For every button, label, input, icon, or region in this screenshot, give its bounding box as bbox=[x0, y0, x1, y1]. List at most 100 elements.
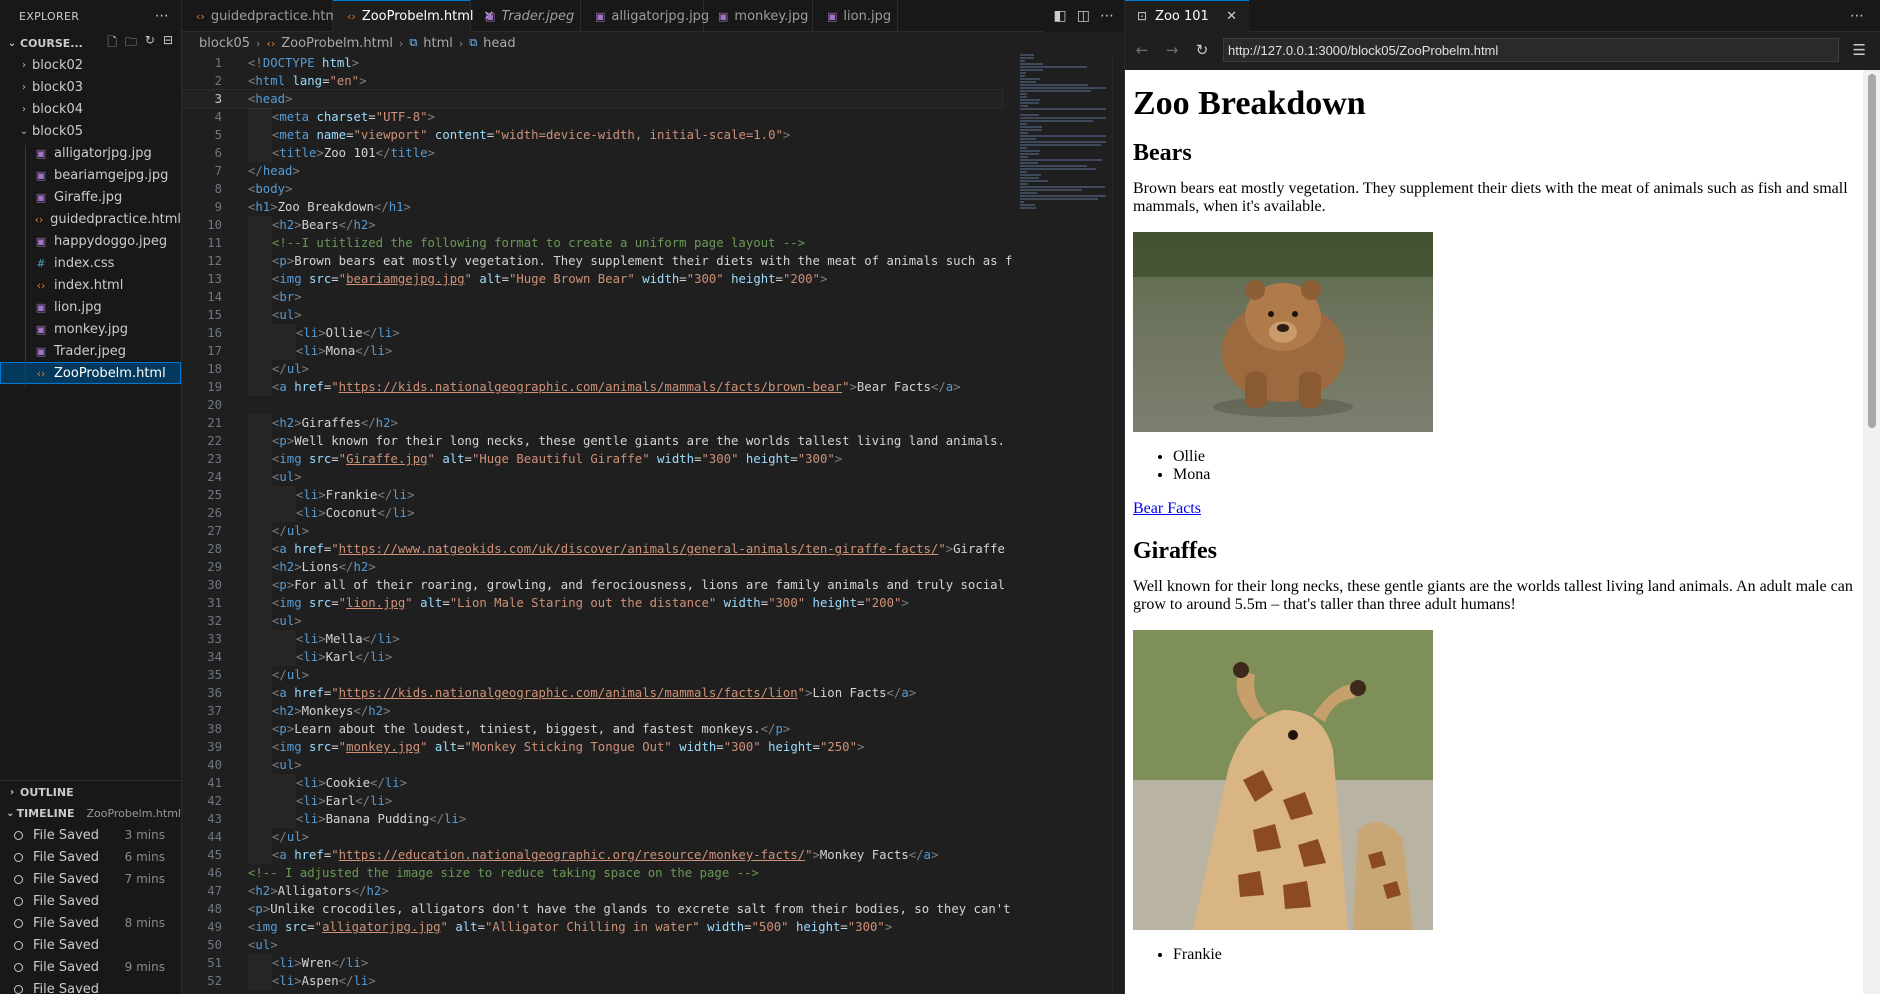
workspace-section-header[interactable]: ⌄ COURSE... 🗋 🗀 ↻ ⊟ bbox=[0, 32, 181, 54]
code-line: 31 <img src="lion.jpg" alt="Lion Male Sta… bbox=[182, 594, 1002, 612]
folder-label: block05 bbox=[32, 123, 84, 139]
new-file-icon[interactable]: 🗋 bbox=[107, 33, 117, 54]
editor-tab[interactable]: ▣ alligatorjpg.jpg bbox=[581, 0, 709, 32]
new-folder-icon[interactable]: 🗀 bbox=[125, 33, 137, 54]
folder-item-open[interactable]: ⌄ block05 bbox=[0, 120, 181, 142]
forward-icon[interactable]: → bbox=[1163, 41, 1181, 59]
timeline-entry[interactable]: File Saved bbox=[0, 934, 181, 956]
code-punctuation: > bbox=[392, 326, 400, 340]
circle-icon bbox=[14, 984, 23, 994]
circle-icon bbox=[14, 896, 23, 906]
page-scrollbar[interactable] bbox=[1863, 70, 1880, 994]
line-number: 1 bbox=[214, 56, 222, 70]
editor-tab[interactable]: ‹› guidedpractice.html bbox=[182, 0, 342, 32]
timeline-entry[interactable]: File Saved 7 mins bbox=[0, 868, 181, 890]
code-punctuation: > bbox=[360, 956, 369, 970]
code-string: "Huge Brown Bear" bbox=[508, 272, 635, 286]
line-number: 7 bbox=[214, 164, 222, 178]
code-tag-name: a bbox=[923, 848, 931, 862]
file-item[interactable]: # index.css bbox=[0, 252, 181, 274]
menu-icon[interactable]: ☰ bbox=[1853, 41, 1880, 59]
file-item[interactable]: ‹› index.html bbox=[0, 274, 181, 296]
code-text: = bbox=[775, 272, 783, 286]
folder-item[interactable]: › block02 bbox=[0, 54, 181, 76]
bear-facts-link[interactable]: Bear Facts bbox=[1133, 500, 1201, 517]
code-string: "Huge Beautiful Giraffe" bbox=[471, 452, 650, 466]
close-icon[interactable]: ✕ bbox=[1226, 9, 1237, 24]
file-item[interactable]: ▣ happydoggo.jpeg bbox=[0, 230, 181, 252]
file-item[interactable]: ‹› guidedpractice.html bbox=[0, 208, 181, 230]
timeline-entry[interactable]: File Saved 6 mins bbox=[0, 846, 181, 868]
code-tag-name: li bbox=[370, 794, 385, 808]
open-preview-icon[interactable]: ◧ bbox=[1054, 8, 1067, 24]
code-punctuation: > bbox=[427, 110, 435, 124]
code-string: " bbox=[797, 686, 806, 700]
minimap-line bbox=[1020, 174, 1041, 176]
breadcrumb-item[interactable]: ZooProbelm.html bbox=[281, 36, 393, 51]
editor-tab[interactable]: ▣ lion.jpg bbox=[813, 0, 898, 32]
indent-guide bbox=[248, 702, 272, 720]
folder-item[interactable]: › block04 bbox=[0, 98, 181, 120]
timeline-entry[interactable]: File Saved 3 mins bbox=[0, 824, 181, 846]
code-tag-name: li bbox=[353, 974, 369, 988]
timeline-section[interactable]: ⌄ TIMELINE ZooProbelm.html bbox=[0, 802, 181, 824]
more-actions-icon[interactable]: ⋯ bbox=[1850, 8, 1864, 24]
code-line: 19 <a href="https://kids.nationalgeograph… bbox=[182, 378, 1002, 396]
code-text: Cookie bbox=[325, 776, 371, 790]
line-number: 37 bbox=[207, 704, 222, 718]
url-input[interactable]: http://127.0.0.1:3000/block05/ZooProbelm… bbox=[1223, 38, 1839, 62]
line-number: 25 bbox=[207, 488, 222, 502]
split-editor-icon[interactable]: ◫ bbox=[1077, 8, 1090, 24]
editor-tab[interactable]: ▣ monkey.jpg bbox=[704, 0, 813, 32]
editor-tab[interactable]: ‹› ZooProbelm.html ✕ bbox=[333, 0, 494, 32]
minimap[interactable] bbox=[1020, 54, 1110, 209]
folder-item[interactable]: › block03 bbox=[0, 76, 181, 98]
editor-scrollbar[interactable] bbox=[1112, 54, 1124, 994]
code-line: 13 <img src="beariamgejpg.jpg" alt="Huge … bbox=[182, 270, 1002, 288]
code-tag-name: li bbox=[303, 488, 319, 502]
breadcrumb-item[interactable]: html bbox=[423, 36, 453, 51]
code-text: = bbox=[501, 272, 509, 286]
giraffes-paragraph: Well known for their long necks, these g… bbox=[1133, 578, 1853, 613]
refresh-icon[interactable]: ↻ bbox=[145, 33, 155, 54]
minimap-line bbox=[1020, 135, 1106, 137]
timeline-entry[interactable]: File Saved 9 mins bbox=[0, 956, 181, 978]
more-actions-icon[interactable]: ⋯ bbox=[155, 8, 169, 24]
back-icon[interactable]: ← bbox=[1133, 41, 1151, 59]
scrollbar-thumb[interactable] bbox=[1868, 74, 1876, 428]
code-line: 42 <li>Earl</li> bbox=[182, 792, 1002, 810]
code-punctuation: > bbox=[458, 812, 467, 826]
line-number: 4 bbox=[214, 110, 222, 124]
file-item[interactable]: ‹› ZooProbelm.html bbox=[0, 362, 181, 384]
file-item[interactable]: ▣ beariamgejpg.jpg bbox=[0, 164, 181, 186]
breadcrumb-item[interactable]: block05 bbox=[199, 36, 250, 51]
file-item[interactable]: ▣ lion.jpg bbox=[0, 296, 181, 318]
code-text: = bbox=[331, 452, 339, 466]
timeline-entry[interactable]: File Saved 8 mins bbox=[0, 912, 181, 934]
collapse-all-icon[interactable]: ⊟ bbox=[163, 33, 173, 54]
code-punctuation: > bbox=[908, 686, 917, 700]
code-area[interactable]: 1 <!DOCTYPE html> 2 <html lang="en"> 3 <head>… bbox=[182, 54, 1012, 994]
code-line: 26 <li>Coconut</li> bbox=[182, 504, 1002, 522]
file-item[interactable]: ▣ Trader.jpeg bbox=[0, 340, 181, 362]
file-item[interactable]: ▣ Giraffe.jpg bbox=[0, 186, 181, 208]
line-number: 20 bbox=[207, 398, 222, 412]
code-tag-name: h2 bbox=[368, 704, 384, 718]
code-punctuation: > bbox=[270, 884, 278, 898]
browser-tab[interactable]: ⊡ Zoo 101 ✕ bbox=[1125, 0, 1249, 32]
code-tag-name: head bbox=[262, 164, 293, 178]
timeline-entry[interactable]: File Saved bbox=[0, 978, 181, 994]
outline-section[interactable]: › OUTLINE bbox=[0, 780, 181, 803]
breadcrumb-item[interactable]: head bbox=[483, 36, 515, 51]
editor-tab[interactable]: ▣ Trader.jpeg bbox=[471, 0, 581, 32]
timeline-entry[interactable]: File Saved bbox=[0, 890, 181, 912]
image-file-icon: ▣ bbox=[35, 344, 47, 358]
file-item[interactable]: ▣ monkey.jpg bbox=[0, 318, 181, 340]
code-line: 22 <p>Well known for their long necks, th… bbox=[182, 432, 1005, 450]
reload-icon[interactable]: ↻ bbox=[1193, 41, 1211, 59]
file-label: lion.jpg bbox=[54, 299, 102, 315]
line-content: <p>For all of their roaring, growling, a… bbox=[222, 576, 1005, 594]
more-actions-icon[interactable]: ⋯ bbox=[1100, 8, 1114, 24]
line-number: 22 bbox=[207, 434, 222, 448]
file-item[interactable]: ▣ alligatorjpg.jpg bbox=[0, 142, 181, 164]
